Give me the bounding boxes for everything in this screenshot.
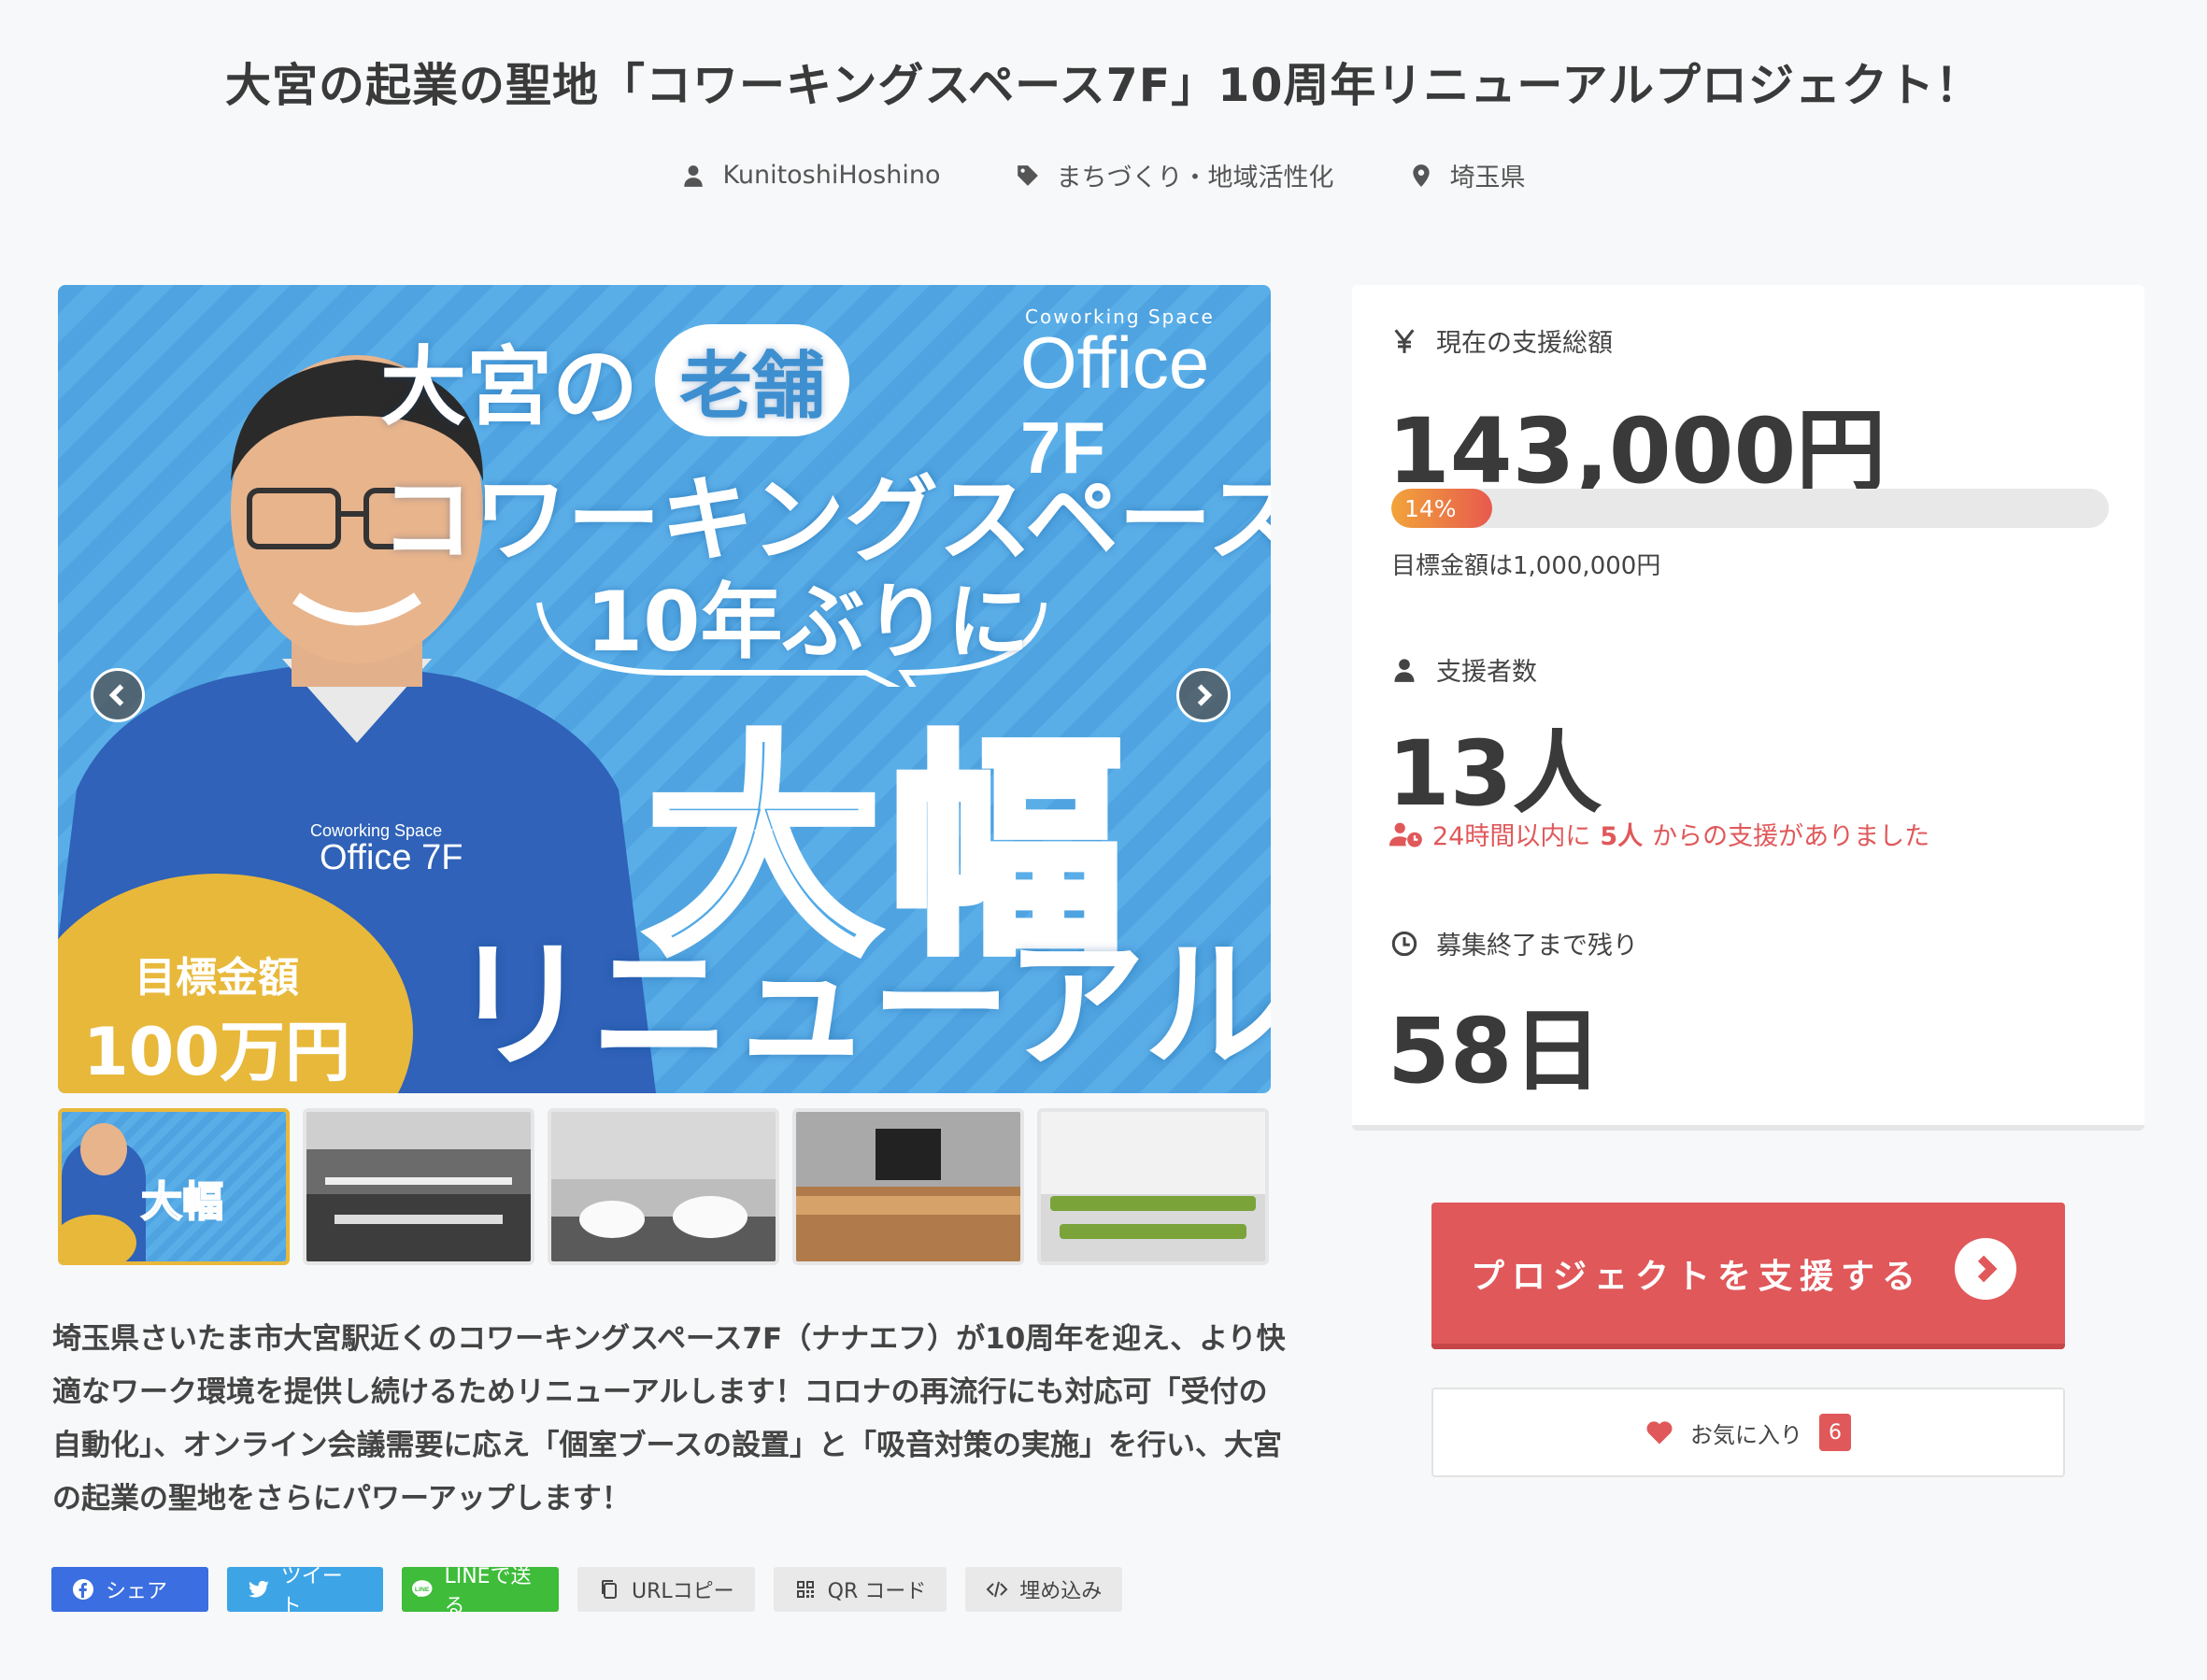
- line-share-label: LINEで送る: [444, 1565, 532, 1618]
- embed-label: 埋め込み: [1019, 1580, 1103, 1603]
- owner-name: KunitoshiHoshino: [722, 161, 941, 190]
- qr-code-label: QR コード: [827, 1580, 927, 1603]
- location-name: 埼玉県: [1449, 164, 1526, 192]
- support-button-label: プロジェクトを支援する: [1471, 1257, 1924, 1296]
- project-title: 大宮の起業の聖地「コワーキングスペース7F」10周年リニューアルプロジェクト！: [225, 59, 1982, 112]
- twitter-share-label: ツイート: [280, 1565, 343, 1618]
- twitter-share-button[interactable]: ツイート: [227, 1565, 383, 1618]
- progress-percent: 14%: [1404, 494, 1457, 522]
- thumbnail-5[interactable]: [1037, 1108, 1269, 1265]
- support-arrow: [1955, 1238, 2016, 1300]
- project-meta: KunitoshiHoshino まちづくり・地域活性化 埼玉県: [0, 157, 2207, 193]
- recent-count: 5人: [1600, 822, 1644, 851]
- line-share-button[interactable]: LINE LINEで送る: [402, 1565, 559, 1618]
- line-icon: LINE: [411, 1580, 433, 1598]
- project-summary: 埼玉県さいたま市大宮駅近くのコワーキングスペース7F（ナナエフ）が10周年を迎え…: [52, 1322, 1286, 1516]
- remaining-days: 58日: [1388, 999, 1602, 1103]
- user-clock-icon: [1389, 822, 1422, 847]
- shirt-logo: Office 7F: [320, 838, 463, 877]
- tag-icon: [1017, 164, 1038, 186]
- thumbnail-2[interactable]: [303, 1108, 534, 1265]
- category-link[interactable]: まちづくり・地域活性化: [1016, 157, 1334, 193]
- backers-label-row: 支援者数: [1391, 651, 1537, 688]
- thumbnail-3[interactable]: [548, 1108, 779, 1265]
- headline-line-5: リニューアル!?: [450, 925, 1271, 1088]
- qr-code-button[interactable]: QR コード: [773, 1567, 947, 1612]
- recent-suffix: からの支援がありました: [1652, 822, 1930, 851]
- backers-label: 支援者数: [1436, 658, 1537, 687]
- facebook-icon: [73, 1579, 93, 1600]
- brand-text: Office: [1020, 321, 1210, 404]
- goal-badge-label: 目標金額: [135, 954, 299, 1002]
- favorite-label: お気に入り: [1690, 1421, 1802, 1448]
- location-link[interactable]: 埼玉県: [1409, 157, 1526, 193]
- goal-badge-value: 100万円: [82, 1014, 351, 1090]
- thumbnail-1[interactable]: 大幅: [58, 1108, 290, 1265]
- share-buttons: シェア ツイート LINE LINEで送る URLコピー QR コード 埋め込み: [51, 1565, 1123, 1618]
- remaining-label: 募集終了まで残り: [1436, 932, 1638, 961]
- funding-progress-bar: 14%: [1391, 489, 2109, 528]
- recent-backers-notice: 24時間以内に 5人 からの支援がありました: [1389, 816, 1929, 852]
- chevron-left-icon: [108, 684, 124, 706]
- twitter-icon: [248, 1580, 269, 1598]
- url-copy-button[interactable]: URLコピー: [577, 1567, 755, 1612]
- headline-line-3: 10年ぶりに: [586, 574, 1030, 670]
- total-label-row: 現在の支援総額: [1391, 322, 1613, 359]
- svg-text:LINE: LINE: [415, 1587, 430, 1593]
- funding-progress-fill: 14%: [1391, 489, 1492, 528]
- clock-icon: [1391, 931, 1417, 956]
- qr-code-icon: [796, 1581, 814, 1598]
- facebook-share-label: シェア: [106, 1580, 168, 1603]
- slider-prev-button[interactable]: [91, 668, 145, 722]
- chevron-right-icon: [1197, 684, 1213, 706]
- support-project-button[interactable]: プロジェクトを支援する: [1431, 1203, 2065, 1349]
- user-icon: [684, 164, 704, 187]
- slider-next-button[interactable]: [1176, 668, 1231, 722]
- yen-icon: [1394, 328, 1415, 353]
- funding-stats-panel: 現在の支援総額 143,000円 14% 目標金額は1,000,000円 支援者…: [1352, 285, 2144, 1131]
- thumbnail-strip: 大幅: [58, 1108, 1269, 1265]
- owner-link[interactable]: KunitoshiHoshino: [681, 157, 941, 193]
- category-name: まちづくり・地域活性化: [1056, 164, 1334, 192]
- heart-icon: [1646, 1421, 1673, 1445]
- main-image-slider[interactable]: Coworking Space Office 7F Coworking Spac…: [58, 285, 1271, 1093]
- favorite-count-badge: 6: [1819, 1414, 1851, 1451]
- remaining-label-row: 募集終了まで残り: [1391, 925, 1638, 961]
- svg-text:Coworking Space: Coworking Space: [310, 821, 442, 840]
- facebook-share-button[interactable]: シェア: [51, 1567, 208, 1612]
- recent-prefix: 24時間以内に: [1432, 822, 1591, 851]
- headline-omiya: 大宮の: [380, 337, 639, 437]
- map-pin-icon: [1412, 164, 1430, 187]
- total-label: 現在の支援総額: [1436, 329, 1613, 358]
- headline-shinise-badge: 老舗: [655, 323, 850, 436]
- goal-amount-text: 目標金額は1,000,000円: [1391, 552, 1661, 580]
- backers-count: 13人: [1388, 721, 1602, 826]
- user-icon: [1394, 658, 1415, 682]
- code-icon: [986, 1581, 1008, 1598]
- favorite-button[interactable]: お気に入り 6: [1431, 1388, 2065, 1477]
- embed-button[interactable]: 埋め込み: [965, 1567, 1123, 1612]
- chevron-right-icon: [1977, 1255, 1998, 1283]
- headline-line-1: 大宮の 老舗: [380, 318, 850, 442]
- thumbnail-4[interactable]: [792, 1108, 1024, 1265]
- url-copy-label: URLコピー: [632, 1580, 734, 1603]
- copy-icon: [602, 1580, 617, 1599]
